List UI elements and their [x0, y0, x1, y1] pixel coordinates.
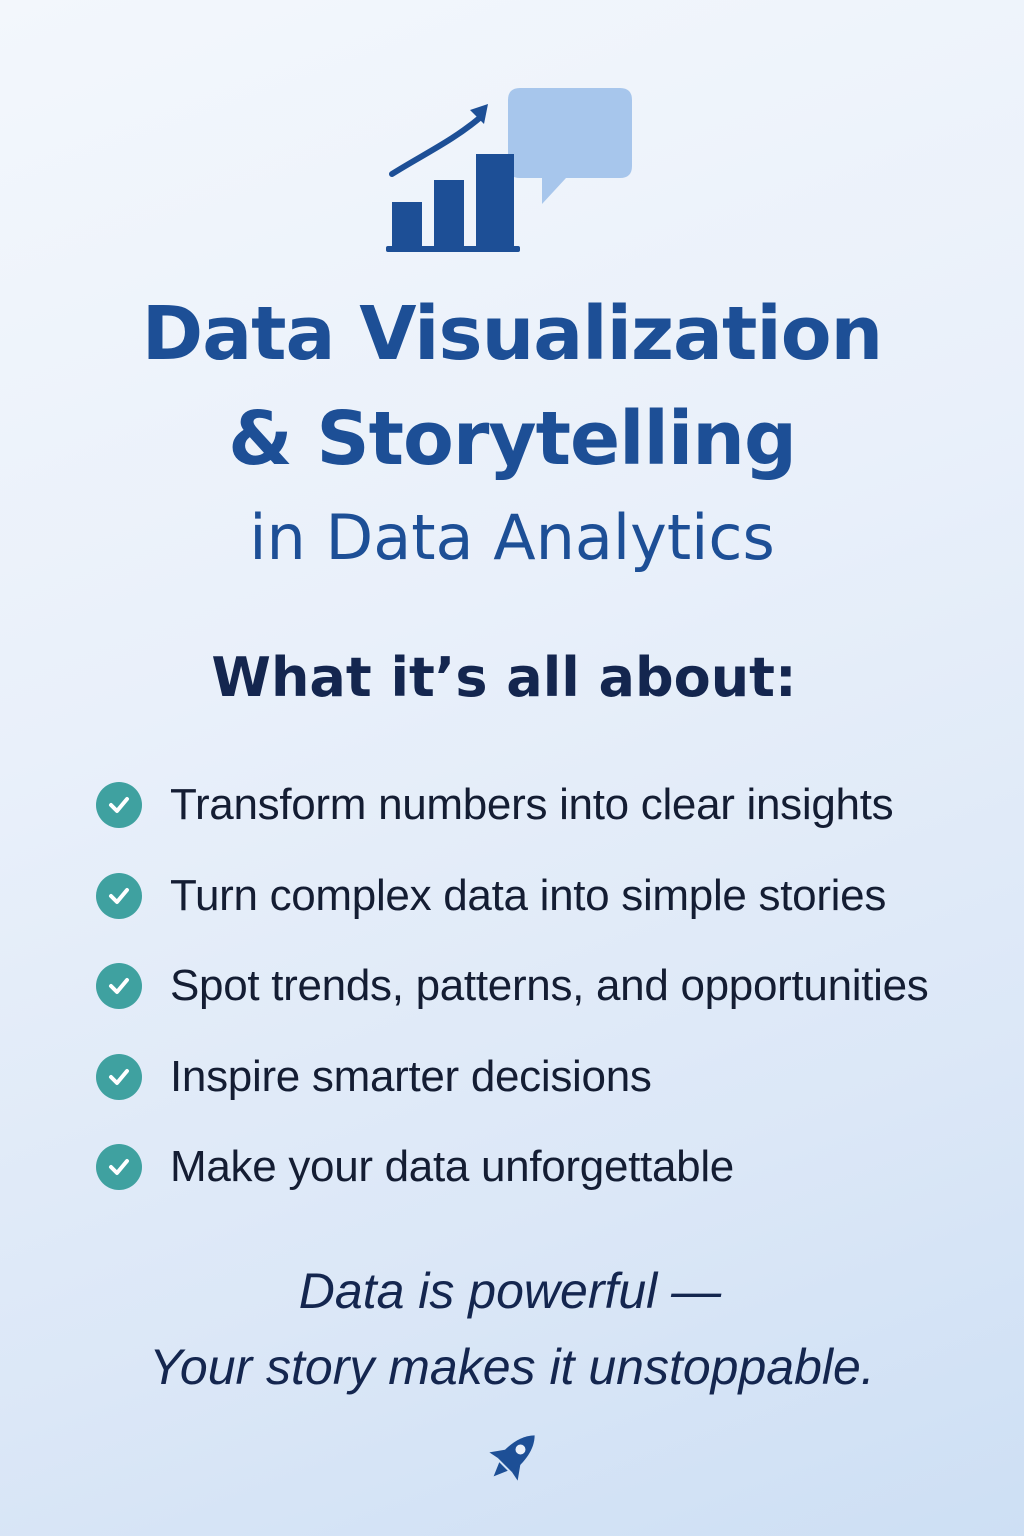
page-title-line-2: & Storytelling: [228, 396, 797, 482]
page-subtitle: in Data Analytics: [249, 501, 775, 574]
page-title-line-1: Data Visualization: [141, 291, 883, 377]
check-circle-icon: [96, 782, 142, 829]
trend-arrow-icon: [389, 113, 485, 177]
list-item: Turn complex data into simple stories: [96, 851, 1016, 942]
list-item-label: Spot trends, patterns, and opportunities: [170, 961, 929, 1011]
list-item: Transform numbers into clear insights: [96, 760, 1016, 851]
list-item-label: Make your data unforgettable: [170, 1142, 734, 1192]
speech-bubble-icon: [508, 88, 632, 204]
check-circle-icon: [96, 1053, 142, 1100]
rocket-icon: [489, 1435, 535, 1481]
bar-chart-growth-icon: [386, 88, 632, 252]
list-item-label: Inspire smarter decisions: [170, 1051, 652, 1101]
chart-baseline: [386, 246, 520, 252]
chart-bar: [392, 202, 422, 250]
quote-line-1: Data is powerful —: [298, 1263, 722, 1319]
list-item-label: Turn complex data into simple stories: [170, 870, 887, 920]
quote-line-2: Your story makes it unstoppable.: [149, 1339, 875, 1395]
check-circle-icon: [96, 1144, 142, 1191]
section-heading: What it’s all about:: [211, 646, 797, 709]
chart-bar: [434, 180, 464, 250]
benefit-list: Transform numbers into clear insights Tu…: [96, 760, 1016, 1213]
list-item: Spot trends, patterns, and opportunities: [96, 941, 1016, 1032]
list-item-label: Transform numbers into clear insights: [170, 780, 894, 830]
list-item: Make your data unforgettable: [96, 1122, 1016, 1213]
list-item: Inspire smarter decisions: [96, 1032, 1016, 1123]
chart-bar: [476, 154, 514, 250]
check-circle-icon: [96, 872, 142, 919]
check-circle-icon: [96, 963, 142, 1010]
